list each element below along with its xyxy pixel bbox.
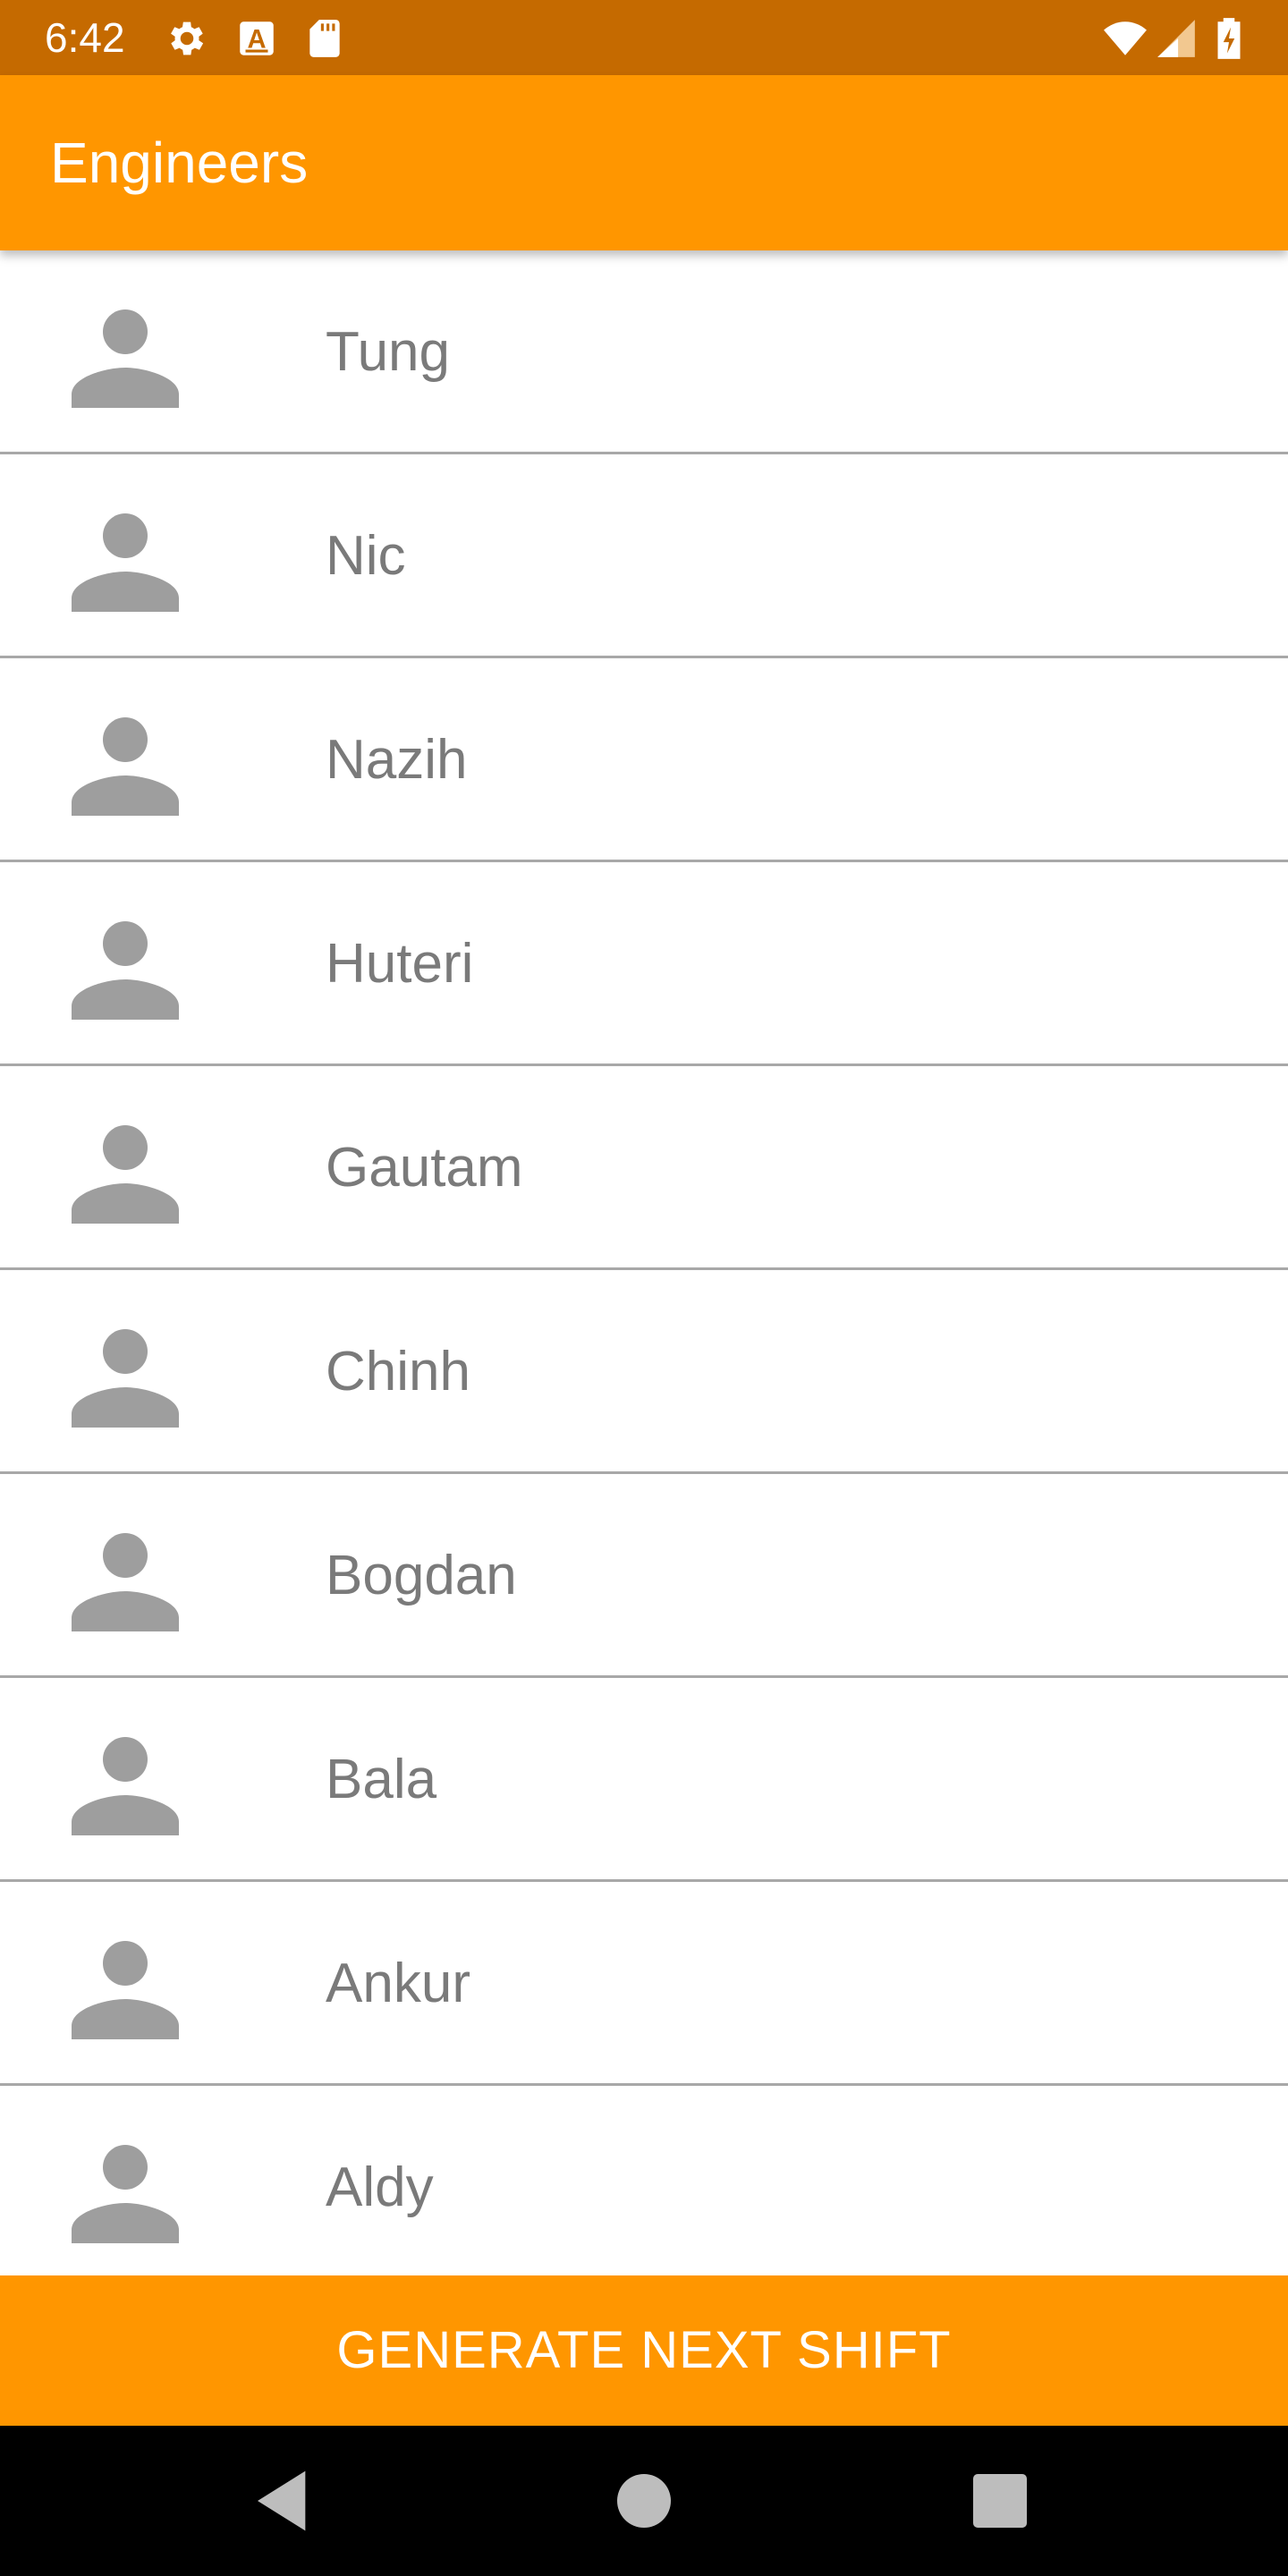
engineer-name: Bala bbox=[326, 1749, 437, 1810]
navigation-bar bbox=[0, 2426, 1288, 2576]
person-icon bbox=[72, 1116, 179, 1224]
engineer-name: Tung bbox=[326, 321, 451, 383]
engineer-name: Gautam bbox=[326, 1137, 523, 1199]
list-item[interactable]: Nazih bbox=[0, 658, 1288, 862]
list-item[interactable]: Chinh bbox=[0, 1270, 1288, 1474]
list-item[interactable]: Huteri bbox=[0, 862, 1288, 1066]
list-item[interactable]: Aldy bbox=[0, 2086, 1288, 2275]
person-icon bbox=[72, 1728, 179, 1835]
list-item[interactable]: Gautam bbox=[0, 1066, 1288, 1270]
status-bar: 6:42 A bbox=[0, 0, 1288, 75]
list-item[interactable]: Bogdan bbox=[0, 1474, 1288, 1678]
person-icon bbox=[72, 301, 179, 408]
engineer-name: Huteri bbox=[326, 933, 474, 995]
back-icon[interactable] bbox=[249, 2465, 320, 2537]
wifi-icon bbox=[1100, 16, 1150, 61]
page-title: Engineers bbox=[50, 131, 309, 195]
sd-card-icon bbox=[302, 16, 347, 61]
person-icon bbox=[72, 504, 179, 612]
engineer-name: Chinh bbox=[326, 1341, 470, 1402]
list-item[interactable]: Tung bbox=[0, 250, 1288, 454]
person-icon bbox=[72, 2136, 179, 2243]
engineer-name: Nazih bbox=[326, 729, 468, 791]
engineer-name: Bogdan bbox=[326, 1545, 517, 1606]
person-icon bbox=[72, 708, 179, 816]
list-item[interactable]: Ankur bbox=[0, 1882, 1288, 2086]
gear-icon bbox=[165, 16, 209, 61]
engineer-list[interactable]: Tung Nic Nazih Huteri Gautam Chinh Bogda… bbox=[0, 250, 1288, 2275]
recents-icon[interactable] bbox=[964, 2465, 1036, 2537]
person-icon bbox=[72, 1524, 179, 1631]
engineer-name: Ankur bbox=[326, 1953, 470, 2014]
list-item[interactable]: Bala bbox=[0, 1678, 1288, 1882]
engineer-name: Nic bbox=[326, 525, 406, 587]
list-item[interactable]: Nic bbox=[0, 454, 1288, 658]
person-icon bbox=[72, 1932, 179, 2039]
status-time: 6:42 bbox=[45, 14, 125, 61]
person-icon bbox=[72, 912, 179, 1020]
person-icon bbox=[72, 1320, 179, 1428]
engineer-name: Aldy bbox=[326, 2157, 434, 2218]
app-bar: Engineers bbox=[0, 75, 1288, 250]
a-box-icon: A bbox=[234, 16, 279, 61]
cell-signal-icon bbox=[1154, 16, 1199, 61]
battery-charging-icon bbox=[1209, 16, 1249, 61]
generate-next-shift-button[interactable]: GENERATE NEXT SHIFT bbox=[0, 2275, 1288, 2426]
home-icon[interactable] bbox=[608, 2465, 680, 2537]
